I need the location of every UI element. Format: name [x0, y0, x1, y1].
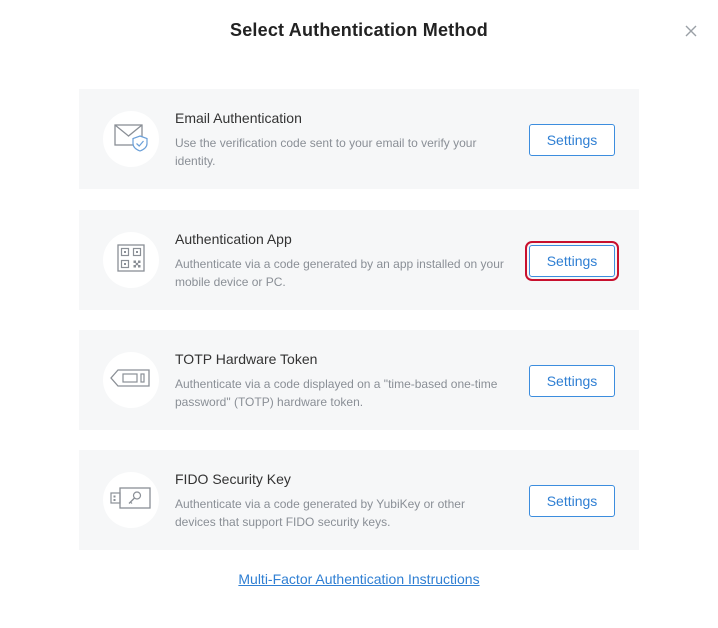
- auth-app-icon-circle: [103, 232, 159, 288]
- method-title: Email Authentication: [175, 110, 302, 126]
- close-icon[interactable]: [682, 22, 700, 40]
- security-key-icon: [109, 485, 153, 516]
- email-settings-button[interactable]: Settings: [529, 124, 615, 156]
- fido-settings-button[interactable]: Settings: [529, 485, 615, 517]
- footer-link-container: Multi-Factor Authentication Instructions: [0, 571, 718, 589]
- hardware-token-icon: [109, 366, 153, 395]
- method-card-email: Email Authentication Use the verificatio…: [79, 89, 639, 189]
- qr-code-icon: [115, 242, 147, 279]
- method-title: FIDO Security Key: [175, 471, 291, 487]
- method-description: Authenticate via a code generated by Yub…: [175, 497, 465, 529]
- method-description: Authenticate via a code displayed on a "…: [175, 377, 498, 409]
- email-shield-icon: [111, 121, 151, 158]
- method-description: Authenticate via a code generated by an …: [175, 257, 504, 289]
- method-card-auth-app: Authentication App Authenticate via a co…: [79, 210, 639, 310]
- totp-icon-circle: [103, 352, 159, 408]
- dialog-title: Select Authentication Method: [230, 20, 488, 40]
- fido-icon-circle: [103, 472, 159, 528]
- method-title: Authentication App: [175, 231, 292, 247]
- totp-settings-button[interactable]: Settings: [529, 365, 615, 397]
- method-card-totp-token: TOTP Hardware Token Authenticate via a c…: [79, 330, 639, 430]
- method-description: Use the verification code sent to your e…: [175, 136, 477, 168]
- method-card-fido-key: FIDO Security Key Authenticate via a cod…: [79, 450, 639, 550]
- auth-method-dialog: Select Authentication Method Email Authe…: [0, 0, 718, 628]
- mfa-instructions-link[interactable]: Multi-Factor Authentication Instructions: [238, 571, 479, 587]
- method-title: TOTP Hardware Token: [175, 351, 318, 367]
- auth-app-settings-button[interactable]: Settings: [525, 241, 619, 281]
- email-icon-circle: [103, 111, 159, 167]
